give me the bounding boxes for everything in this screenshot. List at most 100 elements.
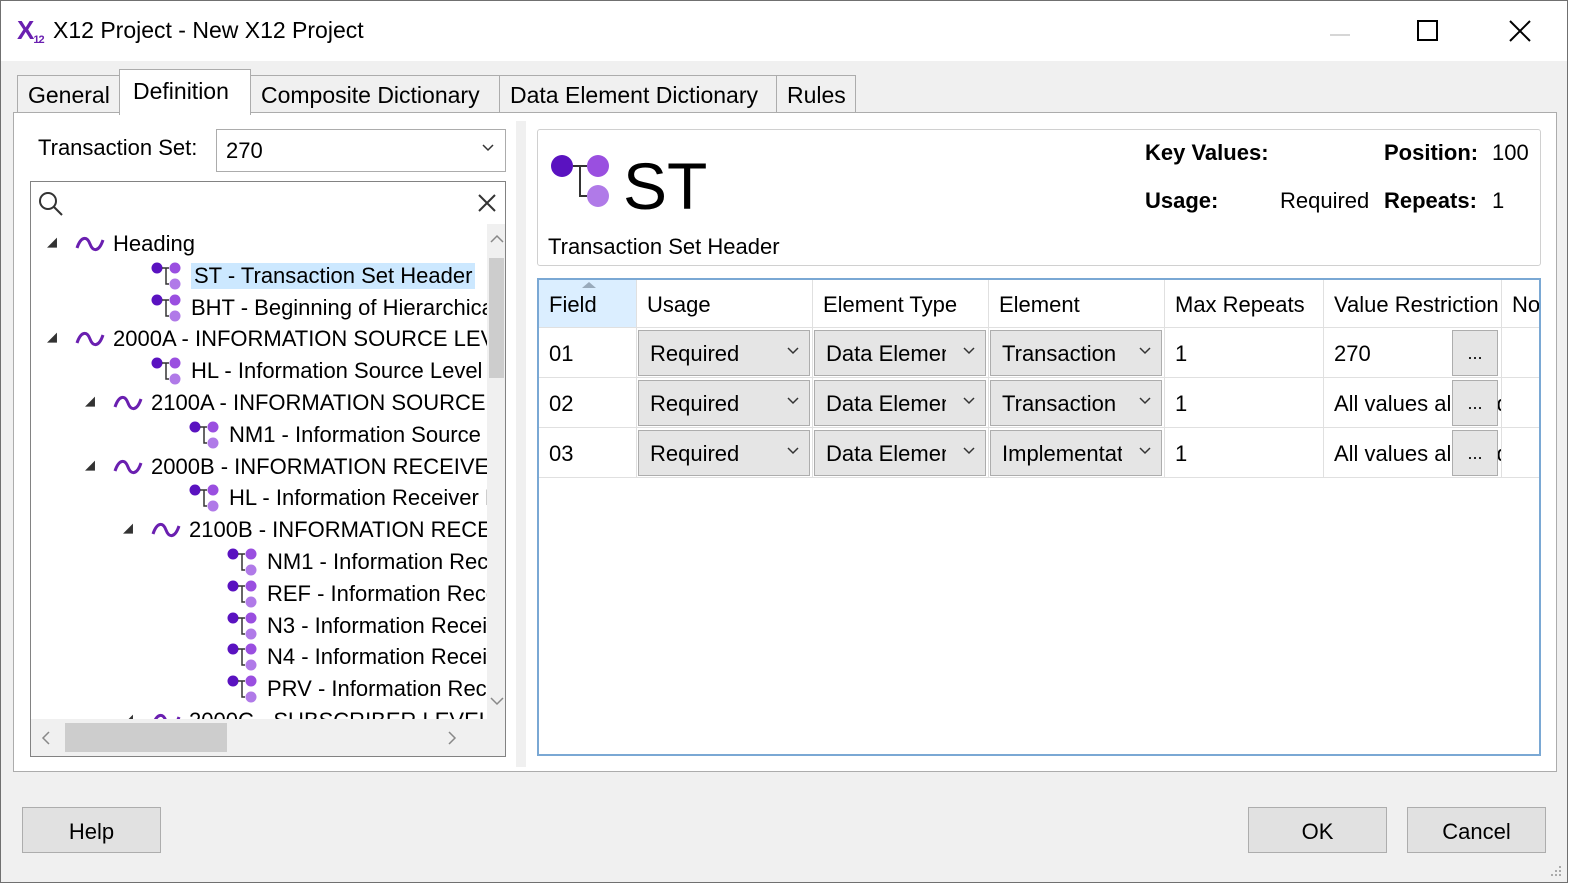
usage-combo[interactable]: Required: [638, 330, 810, 376]
tree-node[interactable]: ◢ 2000B - INFORMATION RECEIVER LEVEL: [85, 451, 505, 483]
expand-toggle-icon[interactable]: ◢: [123, 520, 133, 536]
expand-toggle-icon[interactable]: ◢: [85, 457, 95, 473]
repeats-value: 1: [1492, 188, 1505, 213]
close-button[interactable]: [1495, 11, 1545, 51]
max-repeats-value[interactable]: 1: [1175, 441, 1187, 466]
tree-node[interactable]: ◢ 2100B - INFORMATION RECEIVER NAME: [123, 514, 505, 546]
scroll-left-icon[interactable]: [41, 731, 51, 745]
table-row[interactable]: 02 1 All values allowed Required Data Elemen…: [539, 378, 1539, 428]
minimize-button[interactable]: [1315, 11, 1365, 51]
tree-node-label: Heading: [113, 231, 195, 256]
tree-node[interactable]: ◢ 2100A - INFORMATION SOURCE NAME: [85, 387, 505, 419]
tree-node-label: N3 - Information Receiver Address: [267, 612, 505, 638]
chevron-down-icon: [1139, 347, 1151, 355]
field-value: 01: [549, 341, 574, 366]
max-repeats-value[interactable]: 1: [1175, 341, 1187, 366]
segment-header-card: ST Transaction Set Header Key Values: Us…: [537, 129, 1541, 266]
splitter[interactable]: [516, 121, 526, 767]
search-icon: [39, 192, 63, 216]
horizontal-scroll-thumb[interactable]: [65, 723, 227, 752]
maximize-button[interactable]: [1403, 11, 1453, 51]
scroll-right-icon[interactable]: [447, 731, 457, 745]
tree-node[interactable]: HL - Information Source Level: [151, 355, 482, 387]
max-repeats-value[interactable]: 1: [1175, 391, 1187, 416]
element-grid: Field Usage Element Type Element Max Repeats…: [537, 278, 1541, 756]
usage-combo[interactable]: Required: [638, 380, 810, 426]
expand-toggle-icon[interactable]: ◢: [85, 393, 95, 409]
value-restriction-edit-button[interactable]: ...: [1452, 330, 1498, 376]
chevron-down-icon: [787, 447, 799, 455]
tab-general[interactable]: General: [17, 75, 120, 113]
segment-icon: [151, 357, 181, 385]
value-restriction-value[interactable]: 270: [1334, 341, 1371, 366]
table-row[interactable]: 01 1 270 Required Data Element Transaction Se…: [539, 328, 1539, 378]
chevron-down-icon: [963, 447, 975, 455]
tree-node[interactable]: HL - Information Receiver Level: [189, 482, 505, 514]
column-header-notes[interactable]: Notes: [1502, 280, 1539, 328]
tab-data-element-dictionary[interactable]: Data Element Dictionary: [499, 75, 777, 113]
loop-icon: [113, 459, 143, 474]
ok-button[interactable]: OK: [1248, 807, 1387, 853]
transaction-set-label: Transaction Set:: [38, 135, 198, 160]
tree-node[interactable]: PRV - Information Receiver Provider Info…: [227, 673, 505, 705]
segment-icon: [189, 484, 219, 512]
chevron-down-icon: [482, 144, 494, 152]
scroll-up-icon[interactable]: [490, 234, 504, 244]
grid-cell: 1: [1165, 378, 1324, 428]
grid-cell: 03: [539, 428, 637, 478]
column-header-element-type[interactable]: Element Type: [813, 280, 989, 328]
position-label: Position:: [1384, 140, 1479, 165]
tree-node-label: N4 - Information Receiver City, State, Z…: [267, 644, 505, 670]
element-combo-text: Transaction Set Identifier Code: [1002, 341, 1122, 366]
field-value: 02: [549, 391, 574, 416]
help-button[interactable]: Help: [22, 807, 161, 853]
column-header-value-restriction[interactable]: Value Restriction: [1324, 280, 1502, 328]
usage-combo[interactable]: Required: [638, 430, 810, 476]
resize-grip-icon[interactable]: [1549, 864, 1563, 878]
value-restriction-edit-button[interactable]: ...: [1452, 380, 1498, 426]
chevron-down-icon: [1139, 447, 1151, 455]
tree-node[interactable]: N4 - Information Receiver City, State, Z…: [227, 641, 505, 673]
column-header-element[interactable]: Element: [989, 280, 1165, 328]
loop-icon: [75, 237, 105, 251]
repeats-label: Repeats:: [1384, 188, 1477, 213]
tree-node[interactable]: ◢ Heading: [47, 228, 195, 260]
element-type-combo[interactable]: Data Element: [814, 380, 986, 426]
table-row[interactable]: 03 1 All values allowed Required Data Elemen…: [539, 428, 1539, 478]
scroll-down-icon[interactable]: [490, 696, 504, 706]
search-input[interactable]: [71, 188, 451, 218]
title-bar[interactable]: X12 X12 Project - New X12 Project: [1, 1, 1567, 61]
chevron-down-icon: [787, 397, 799, 405]
expand-toggle-icon[interactable]: ◢: [47, 234, 57, 250]
tree-vertical-scrollbar[interactable]: [487, 224, 505, 719]
transaction-set-select[interactable]: 270: [216, 129, 506, 172]
tree-node[interactable]: ◢ 2000A - INFORMATION SOURCE LEVEL: [47, 323, 505, 355]
tab-rules[interactable]: Rules: [776, 75, 856, 113]
tab-composite-dictionary[interactable]: Composite Dictionary: [250, 75, 500, 113]
expand-toggle-icon[interactable]: ◢: [47, 329, 57, 345]
element-combo[interactable]: Transaction Set Control Number: [990, 380, 1162, 426]
usage-value: Required: [1280, 188, 1370, 213]
tree-node-label: NM1 - Information Receiver Name: [267, 549, 505, 574]
element-type-combo[interactable]: Data Element: [814, 430, 986, 476]
loop-icon: [113, 396, 143, 410]
column-header-usage[interactable]: Usage: [637, 280, 813, 328]
window-title: X12 Project - New X12 Project: [53, 17, 364, 43]
tree-node[interactable]: NM1 - Information Source Name: [189, 419, 505, 451]
tree-node[interactable]: BHT - Beginning of Hierarchical Transact…: [151, 292, 505, 324]
app-logo: X12: [17, 15, 45, 46]
column-header-max-repeats[interactable]: Max Repeats: [1165, 280, 1324, 328]
value-restriction-edit-button[interactable]: ...: [1452, 430, 1498, 476]
clear-search-icon[interactable]: [477, 193, 497, 213]
tree-node[interactable]: NM1 - Information Receiver Name: [227, 546, 505, 578]
tree-horizontal-scrollbar[interactable]: [31, 719, 505, 756]
tree-node[interactable]: REF - Information Receiver Additional Id…: [227, 578, 505, 610]
tab-definition[interactable]: Definition: [119, 69, 251, 115]
tree-node[interactable]: ST - Transaction Set Header: [151, 260, 476, 292]
tree-node[interactable]: N3 - Information Receiver Address: [227, 610, 505, 642]
element-combo[interactable]: Transaction Set Identifier Code: [990, 330, 1162, 376]
element-type-combo[interactable]: Data Element: [814, 330, 986, 376]
element-combo[interactable]: Implementation Convention Reference: [990, 430, 1162, 476]
vertical-scroll-thumb[interactable]: [489, 258, 504, 378]
cancel-button[interactable]: Cancel: [1407, 807, 1546, 853]
